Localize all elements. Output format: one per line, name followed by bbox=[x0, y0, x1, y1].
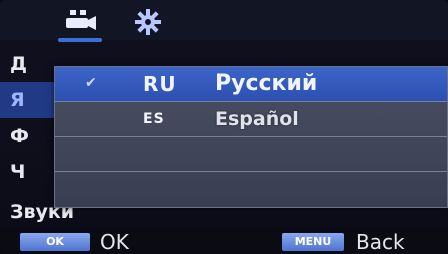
language-option-es[interactable]: ES Español bbox=[55, 102, 447, 137]
active-tab-indicator bbox=[58, 38, 102, 42]
bottom-key-bar: OK OK MENU Back bbox=[0, 230, 448, 254]
ok-label: OK bbox=[100, 230, 129, 254]
video-camera-icon[interactable] bbox=[62, 8, 98, 36]
language-name: Español bbox=[215, 108, 299, 130]
language-code: RU bbox=[143, 72, 177, 96]
language-name: Русский bbox=[215, 71, 318, 96]
ok-key-badge[interactable]: OK bbox=[20, 233, 90, 251]
language-code: ES bbox=[143, 111, 165, 127]
back-label: Back bbox=[356, 230, 405, 254]
gear-icon[interactable] bbox=[130, 8, 166, 36]
language-dialog: ✔ RU Русский ES Español bbox=[54, 66, 448, 208]
checkmark-icon: ✔ bbox=[85, 75, 97, 91]
language-option-empty[interactable] bbox=[55, 172, 447, 207]
language-option-empty[interactable] bbox=[55, 137, 447, 172]
menu-key-badge[interactable]: MENU bbox=[282, 233, 344, 251]
top-tab-bar bbox=[0, 0, 448, 42]
language-option-ru[interactable]: ✔ RU Русский bbox=[55, 67, 447, 102]
camera-menu-screen: Д Я Ф Ч Звуки ✔ RU Русский ES Español OK… bbox=[0, 0, 448, 254]
